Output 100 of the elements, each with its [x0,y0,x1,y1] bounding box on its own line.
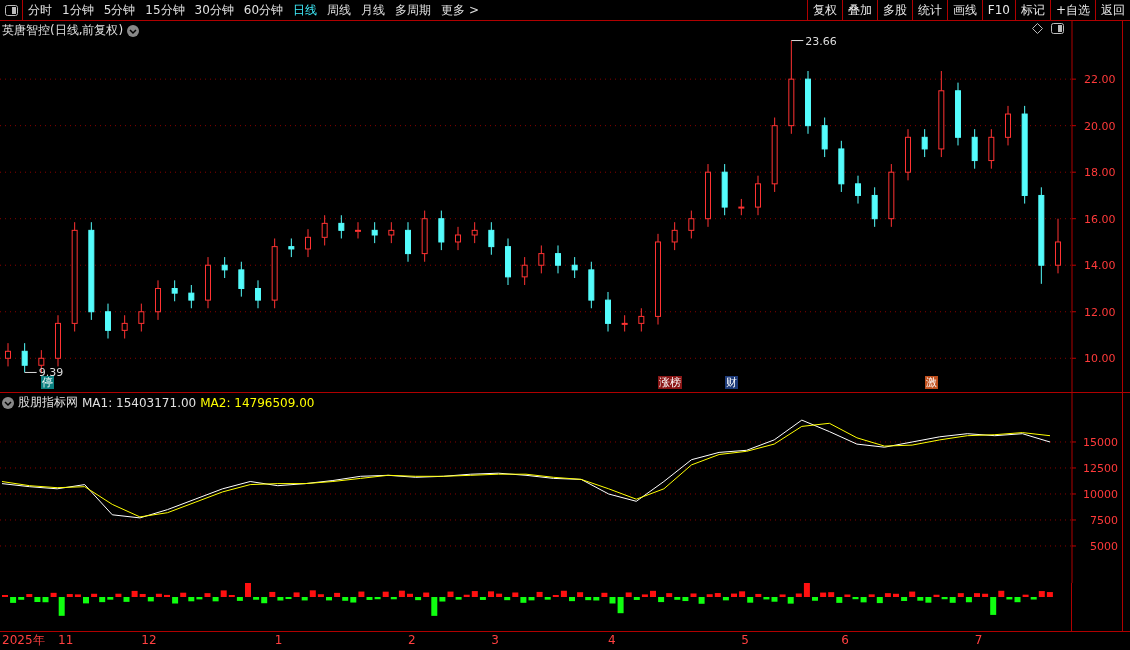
dropdown-icon[interactable] [127,24,140,37]
event-marker[interactable]: 激 [924,376,938,389]
candlestick [155,279,161,321]
year-label: 2025年 [1,632,45,649]
candlestick [405,221,411,263]
indicator-value: MA2: 14796509.00 [200,395,315,410]
axis-label: 15000 [1083,436,1118,449]
period-tab[interactable]: 周线 [322,0,357,20]
axis-label: 12.00 [1084,305,1116,319]
axis-label: 22.00 [1084,73,1116,87]
chart-title: 英唐智控(日线,前复权) [2,22,124,39]
toolbar-button[interactable]: 叠加 [841,0,877,20]
candlestick [971,128,978,170]
axis-label: 10.00 [1084,352,1116,366]
month-label: 6 [841,633,849,647]
candlestick [355,221,361,239]
axis-label: 14.00 [1084,259,1116,273]
month-label: 4 [608,633,616,647]
candlestick [871,186,878,228]
period-tab[interactable]: 更多 > [436,0,484,20]
candlestick [521,256,528,286]
leader-line [24,371,38,373]
month-label: 1 [274,633,283,647]
candlestick [471,221,478,244]
candlestick [288,238,295,258]
month-label: 11 [58,633,74,647]
period-tab[interactable]: 60分钟 [238,0,289,20]
period-tab[interactable]: 多周期 [390,0,437,20]
period-tab[interactable]: 1分钟 [57,0,99,20]
candlestick [5,342,11,367]
price-annotation: 23.66 [805,34,837,48]
period-tab[interactable]: 日线 [288,0,323,20]
candlestick [921,128,928,158]
candlestick [455,226,461,251]
leader-line [790,40,804,42]
event-marker[interactable]: 涨榜 [658,376,682,389]
period-tab[interactable]: 15分钟 [140,0,190,20]
toolbar-button[interactable]: 画线 [946,0,982,20]
month-label: 3 [491,633,499,647]
candlestick [421,210,428,263]
axis-label: 5000 [1090,540,1118,553]
toolbar-button[interactable]: 统计 [911,0,947,20]
candlestick [121,314,128,339]
candlestick [338,214,345,239]
candlestick [988,128,995,170]
axis-label: 16.00 [1084,212,1116,226]
candlestick [1055,218,1061,274]
candlestick [805,70,811,135]
candlestick [721,163,728,216]
candlestick [488,221,495,256]
candlestick [21,342,28,373]
toolbar-button[interactable]: 多股 [876,0,912,20]
toolbar-button[interactable]: +自选 [1049,0,1095,20]
month-label: 7 [974,633,983,647]
diamond-icon[interactable] [1032,23,1043,34]
candlestick [688,210,695,239]
period-tab[interactable]: 30分钟 [189,0,239,20]
candlestick [138,303,145,332]
toolbar-button[interactable]: 标记 [1014,0,1050,20]
candlestick [171,279,178,302]
candlestick [438,210,445,251]
candlestick [671,221,678,251]
dropdown-icon[interactable] [2,396,14,409]
candlestick [705,163,711,228]
candlestick [555,244,561,274]
candlestick [305,228,311,258]
toolbar-button[interactable]: 复权 [806,0,842,20]
candlestick [621,314,628,332]
candlestick [271,238,278,309]
panel-toggle-icon[interactable] [1051,23,1064,34]
period-tab[interactable]: 分时 [23,0,57,20]
candlestick [55,314,61,367]
candlestick [255,279,261,309]
candlestick [755,175,761,216]
candlestick [505,238,511,286]
axis-label: 20.00 [1084,119,1116,133]
toolbar-button[interactable]: 返回 [1095,0,1130,20]
candlestick [388,221,395,244]
month-label: 2 [408,633,416,647]
toolbar-button[interactable]: F10 [981,0,1015,20]
period-tab[interactable]: 5分钟 [98,0,141,20]
candlestick [1005,105,1011,146]
candlestick [605,291,611,332]
indicator-value: MA1: 15403171.00 [82,395,197,410]
panel-toggle-icon[interactable] [4,4,18,16]
candlestick [955,82,961,146]
month-label: 12 [141,633,157,647]
candlestick [205,256,211,309]
indicator-name: 股朋指标网 [18,394,78,411]
candlestick [905,128,911,181]
candlestick [221,256,228,279]
period-tab[interactable]: 月线 [356,0,391,20]
candlestick [855,175,861,205]
event-marker[interactable]: 财 [724,376,738,389]
axis-label: 18.00 [1084,166,1116,180]
candlestick [838,140,845,193]
axis-label: 12500 [1083,462,1118,475]
candlestick [105,303,111,339]
axis-label: 10000 [1083,488,1118,501]
month-label: 5 [741,633,749,647]
